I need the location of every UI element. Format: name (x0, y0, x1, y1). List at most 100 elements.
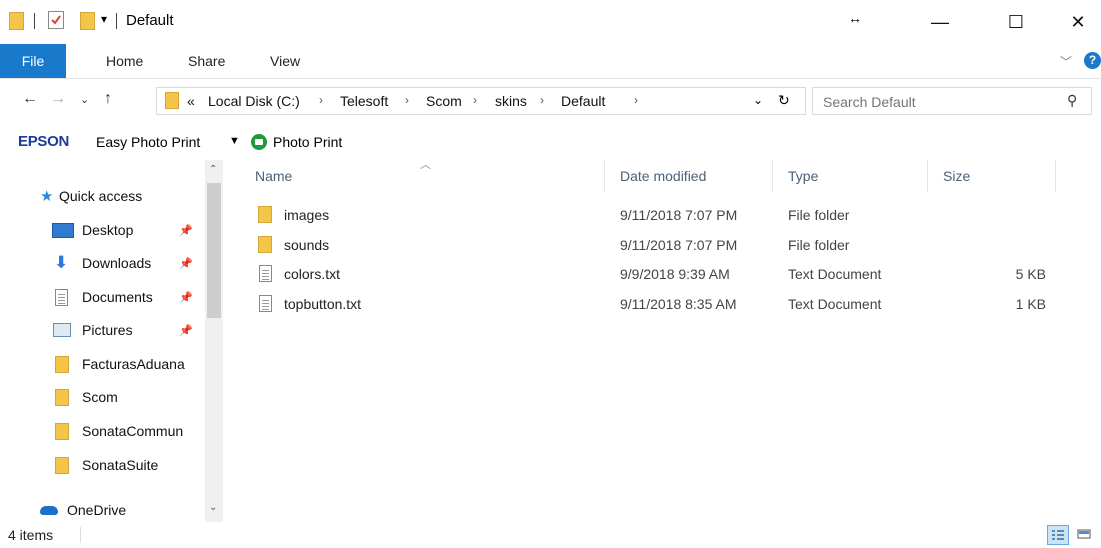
title-bar: ▾ Default ↔ — ☐ ✕ (0, 0, 1101, 44)
search-icon[interactable]: ⚲ (1067, 92, 1077, 109)
file-type: File folder (788, 207, 850, 223)
easy-photo-print-menu[interactable]: Easy Photo Print (96, 134, 200, 150)
folder-icon (55, 456, 69, 474)
text-file-icon (259, 295, 272, 312)
customize-quick-access-icon[interactable]: ▾ (101, 12, 107, 26)
folder-icon (55, 355, 69, 373)
breadcrumb-separator-icon[interactable]: › (319, 93, 323, 107)
nav-scrollbar-thumb[interactable] (207, 183, 221, 318)
window-title: Default (126, 12, 174, 29)
file-name[interactable]: images (284, 200, 329, 230)
table-row[interactable]: colors.txt 9/9/2018 9:39 AM Text Documen… (240, 259, 1055, 289)
nav-item-label: Scom (82, 389, 118, 405)
nav-item-label: FacturasAduana (82, 356, 185, 372)
nav-item-label: SonataSuite (82, 457, 159, 473)
sort-ascending-icon: ︿ (420, 159, 431, 171)
breadcrumb-overflow[interactable]: « (187, 93, 195, 109)
file-size (943, 200, 1046, 230)
nav-item-onedrive[interactable]: OneDrive (0, 495, 205, 525)
pin-icon[interactable]: 📌 (179, 224, 193, 237)
breadcrumb-scom[interactable]: Scom (426, 93, 462, 109)
epson-logo: EPSON (18, 133, 70, 150)
breadcrumb-separator-icon[interactable]: › (540, 93, 544, 107)
large-icons-view-button[interactable] (1074, 525, 1096, 545)
nav-item-desktop[interactable]: Desktop 📌 (0, 215, 205, 245)
file-size: 5 KB (1015, 266, 1046, 282)
file-type: Text Document (788, 296, 882, 312)
text-file-icon (259, 265, 272, 282)
properties-icon[interactable] (48, 11, 64, 29)
scroll-up-icon[interactable]: ⌃ (209, 164, 217, 175)
divider (80, 527, 81, 543)
column-header-date[interactable]: Date modified (605, 160, 773, 192)
table-row[interactable]: topbutton.txt 9/11/2018 8:35 AM Text Doc… (240, 289, 1055, 319)
breadcrumb-telesoft[interactable]: Telesoft (340, 93, 388, 109)
breadcrumb-skins[interactable]: skins (495, 93, 527, 109)
refresh-icon[interactable]: ↻ (778, 92, 790, 109)
nav-item-label: Desktop (82, 222, 134, 238)
minimize-button[interactable]: — (917, 0, 963, 44)
dropdown-arrow-icon[interactable]: ▼ (229, 135, 240, 147)
back-arrow-icon[interactable]: ← (22, 90, 38, 108)
breadcrumb-separator-icon[interactable]: › (473, 93, 477, 107)
pin-icon[interactable]: 📌 (179, 324, 193, 337)
address-dropdown-icon[interactable]: ⌄ (753, 93, 763, 107)
table-row[interactable]: sounds 9/11/2018 7:07 PM File folder (240, 230, 1055, 260)
search-input[interactable] (821, 91, 1055, 113)
expand-ribbon-icon[interactable]: ﹀ (1060, 53, 1072, 70)
nav-item-label: Downloads (82, 255, 152, 271)
scroll-down-icon[interactable]: ⌄ (209, 502, 217, 513)
file-type: Text Document (788, 266, 882, 282)
breadcrumb-separator-icon[interactable]: › (634, 93, 638, 107)
folder-icon (55, 388, 69, 406)
breadcrumb-separator-icon[interactable]: › (405, 93, 409, 107)
nav-item-quick-access[interactable]: ★ Quick access (0, 181, 205, 211)
breadcrumb-default[interactable]: Default (561, 93, 605, 109)
file-date: 9/11/2018 7:07 PM (620, 207, 738, 223)
divider (34, 13, 35, 29)
pin-icon[interactable]: 📌 (179, 257, 193, 270)
file-size: 1 KB (1015, 296, 1046, 312)
tab-home[interactable]: Home (106, 44, 143, 78)
folder-icon (165, 92, 179, 109)
nav-item-scom[interactable]: Scom (0, 382, 205, 412)
column-header-type[interactable]: Type (773, 160, 928, 192)
file-name[interactable]: topbutton.txt (284, 289, 361, 319)
cloud-icon (40, 505, 58, 515)
column-header-size[interactable]: Size (928, 160, 1056, 192)
forward-arrow-icon[interactable]: → (50, 90, 66, 108)
file-name[interactable]: sounds (284, 230, 329, 260)
nav-item-label: OneDrive (67, 502, 127, 518)
photo-print-button[interactable]: Photo Print (273, 134, 342, 150)
folder-icon (55, 422, 69, 440)
nav-item-facturasaduana[interactable]: FacturasAduana (0, 349, 205, 379)
up-arrow-icon[interactable]: ↑ (104, 90, 112, 108)
breadcrumb-local-disk[interactable]: Local Disk (C:) (208, 93, 300, 109)
file-name[interactable]: colors.txt (284, 259, 340, 289)
tab-file[interactable]: File (0, 44, 66, 78)
details-view-button[interactable] (1047, 525, 1069, 545)
nav-item-sonatacommun[interactable]: SonataCommun (0, 416, 205, 446)
epson-toolbar: EPSON Easy Photo Print ▼ Photo Print (0, 128, 1101, 156)
documents-icon (55, 288, 68, 306)
star-icon: ★ (40, 188, 54, 205)
tab-share[interactable]: Share (188, 44, 225, 78)
nav-item-documents[interactable]: Documents 📌 (0, 282, 205, 312)
nav-item-sonatasuite[interactable]: SonataSuite (0, 450, 205, 480)
nav-item-downloads[interactable]: ⬇ Downloads 📌 (0, 248, 205, 278)
new-folder-icon[interactable] (80, 12, 95, 30)
recent-locations-icon[interactable]: ⌄ (80, 93, 89, 106)
table-row[interactable]: images 9/11/2018 7:07 PM File folder (240, 200, 1055, 230)
file-type: File folder (788, 237, 850, 253)
search-box[interactable]: ⚲ (812, 87, 1092, 115)
maximize-button[interactable]: ☐ (993, 0, 1039, 44)
status-bar: 4 items (0, 522, 1101, 548)
help-icon[interactable]: ? (1084, 52, 1101, 69)
nav-item-label: Pictures (82, 322, 133, 338)
close-button[interactable]: ✕ (1055, 0, 1101, 44)
address-bar[interactable]: « Local Disk (C:) › Telesoft › Scom › sk… (156, 87, 806, 115)
nav-item-pictures[interactable]: Pictures 📌 (0, 315, 205, 345)
pin-icon[interactable]: 📌 (179, 291, 193, 304)
resize-cursor-icon: ↔ (848, 10, 862, 26)
tab-view[interactable]: View (270, 44, 300, 78)
